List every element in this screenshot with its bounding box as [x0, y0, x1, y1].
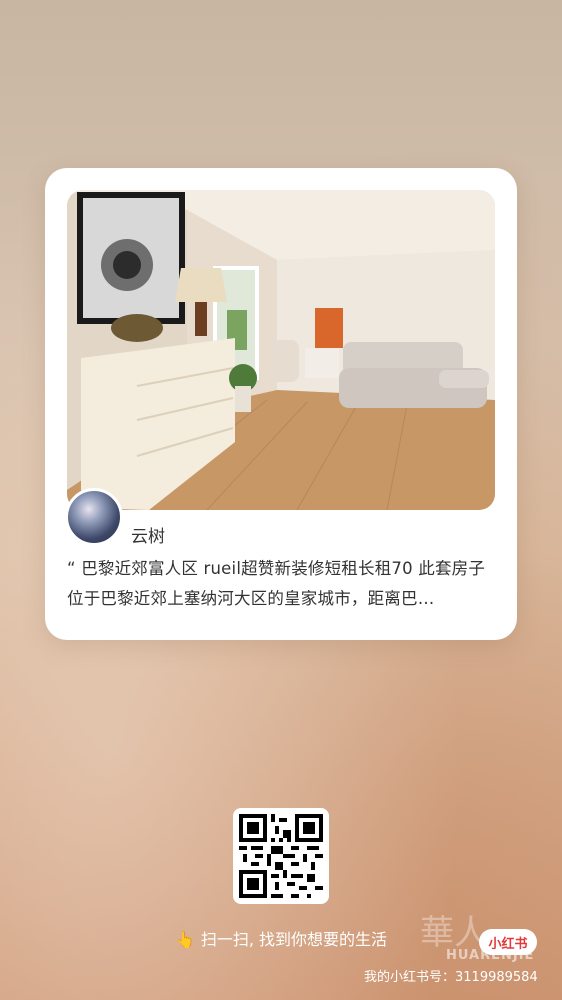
watermark-cn: 華人	[420, 913, 488, 953]
qr-code	[233, 808, 329, 904]
pointing-hand-icon: 👆	[174, 930, 195, 949]
watermark-en: HUARENJIE	[446, 948, 535, 963]
room-illustration	[67, 190, 495, 510]
author-name[interactable]: 云树	[131, 522, 165, 547]
qr-code-icon	[239, 814, 323, 898]
share-card[interactable]: 云树 “ 巴黎近郊富人区 rueil超赞新装修短租长租70 此套房子位于巴黎近郊…	[45, 168, 517, 640]
post-description: “ 巴黎近郊富人区 rueil超赞新装修短租长租70 此套房子位于巴黎近郊上塞纳…	[67, 559, 486, 608]
account-id: 我的小红书号：3119989584	[364, 970, 538, 985]
scan-hint-text: 扫一扫, 找到你想要的生活	[200, 930, 388, 949]
listing-photo[interactable]	[67, 190, 495, 510]
author-avatar[interactable]	[65, 488, 123, 546]
